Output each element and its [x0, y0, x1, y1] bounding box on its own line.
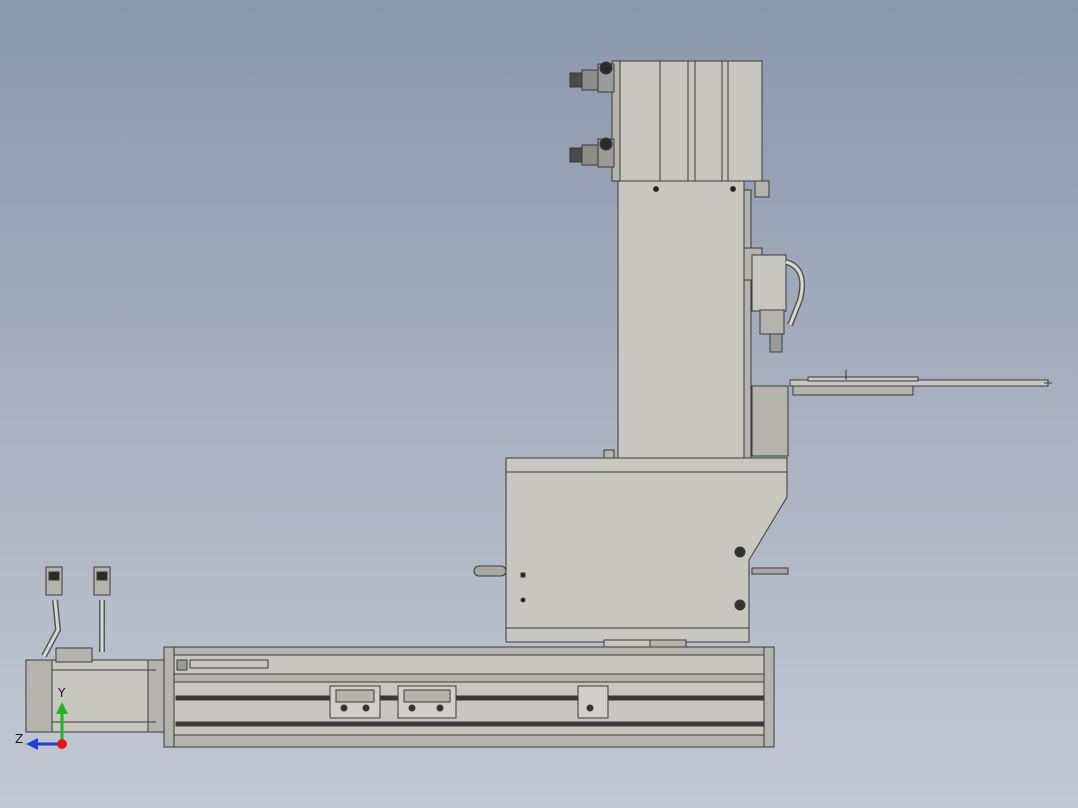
air-fitting-bottom — [569, 137, 615, 168]
motor-cable-left — [41, 566, 63, 658]
vertical-column — [617, 180, 752, 469]
servo-motor — [25, 647, 165, 733]
y-axis-label: Y — [58, 686, 66, 700]
rail-clamp-2 — [397, 685, 457, 719]
cad-viewport[interactable]: Y Z — [0, 0, 1078, 808]
z-axis-label: Z — [15, 732, 24, 746]
pneumatic-cylinder — [611, 60, 770, 198]
axis-origin — [57, 739, 67, 749]
assembly-drawing — [25, 60, 1052, 750]
z-axis-arrowhead — [26, 738, 38, 750]
rail-clamp-3 — [577, 685, 609, 719]
air-fitting-top — [569, 61, 615, 93]
side-sensor-assembly — [743, 247, 806, 353]
carriage-block — [505, 449, 788, 643]
right-pin — [751, 567, 789, 575]
rail-clamp-1 — [329, 685, 381, 719]
gripper-arm — [751, 370, 1052, 457]
left-pin — [473, 565, 507, 577]
linear-rail — [163, 646, 775, 748]
motor-cable-right — [93, 566, 111, 652]
